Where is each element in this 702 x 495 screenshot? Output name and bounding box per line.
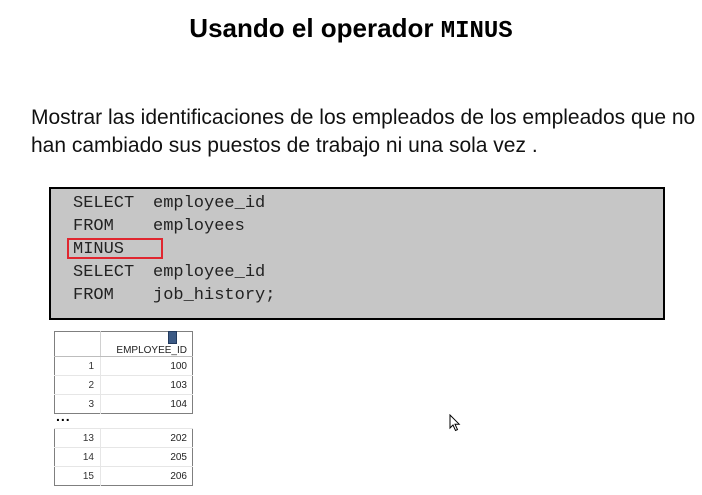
- table-row: 13 202: [54, 428, 193, 448]
- code-text: job_history;: [153, 286, 276, 305]
- row-number: 2: [54, 375, 101, 395]
- cell-employee-id: 205: [100, 447, 193, 467]
- rows-ellipsis: ...: [56, 408, 71, 424]
- row-number: 1: [54, 356, 101, 376]
- cell-employee-id: 103: [100, 375, 193, 395]
- code-keyword: FROM: [73, 286, 114, 305]
- column-header-employee-id[interactable]: EMPLOYEE_ID: [100, 331, 193, 357]
- minus-highlight-box: [67, 238, 163, 259]
- code-line-1: SELECT employee_id: [73, 192, 265, 215]
- cell-employee-id: 202: [100, 428, 193, 448]
- sql-code-box: SELECT employee_id FROM employees MINUS SE…: [49, 187, 665, 320]
- column-header-label: EMPLOYEE_ID: [116, 345, 187, 356]
- table-header-row: EMPLOYEE_ID: [54, 331, 193, 357]
- code-text: employee_id: [153, 194, 266, 213]
- code-line-2: FROM employees: [73, 215, 245, 238]
- cell-employee-id: 104: [100, 394, 193, 414]
- slide-title-text: Usando el operador: [189, 13, 441, 43]
- row-number-header: [54, 331, 101, 357]
- code-keyword: SELECT: [73, 263, 135, 282]
- result-table-top: EMPLOYEE_ID 1 100 2 103 3 104: [54, 331, 193, 414]
- mouse-pointer-icon: [449, 414, 461, 432]
- table-row: 2 103: [54, 375, 193, 395]
- row-number: 15: [54, 466, 101, 486]
- cell-employee-id: 100: [100, 356, 193, 376]
- table-row: 3 104: [54, 394, 193, 414]
- slide-description: Mostrar las identificaciones de los empl…: [31, 106, 696, 157]
- code-line-4: SELECT employee_id: [73, 261, 265, 284]
- code-keyword: SELECT: [73, 194, 135, 213]
- result-table-bottom: 13 202 14 205 15 206: [54, 428, 193, 486]
- code-text: employee_id: [153, 263, 266, 282]
- sort-icon[interactable]: [168, 331, 177, 344]
- code-text: employees: [153, 217, 245, 236]
- code-keyword: FROM: [73, 217, 114, 236]
- row-number: 14: [54, 447, 101, 467]
- slide-title: Usando el operador MINUS: [0, 12, 702, 48]
- table-row: 1 100: [54, 356, 193, 376]
- code-line-5: FROM job_history;: [73, 284, 275, 307]
- table-row: 15 206: [54, 466, 193, 486]
- table-row: 14 205: [54, 447, 193, 467]
- cell-employee-id: 206: [100, 466, 193, 486]
- row-number: 13: [54, 428, 101, 448]
- slide-title-keyword: MINUS: [440, 18, 513, 45]
